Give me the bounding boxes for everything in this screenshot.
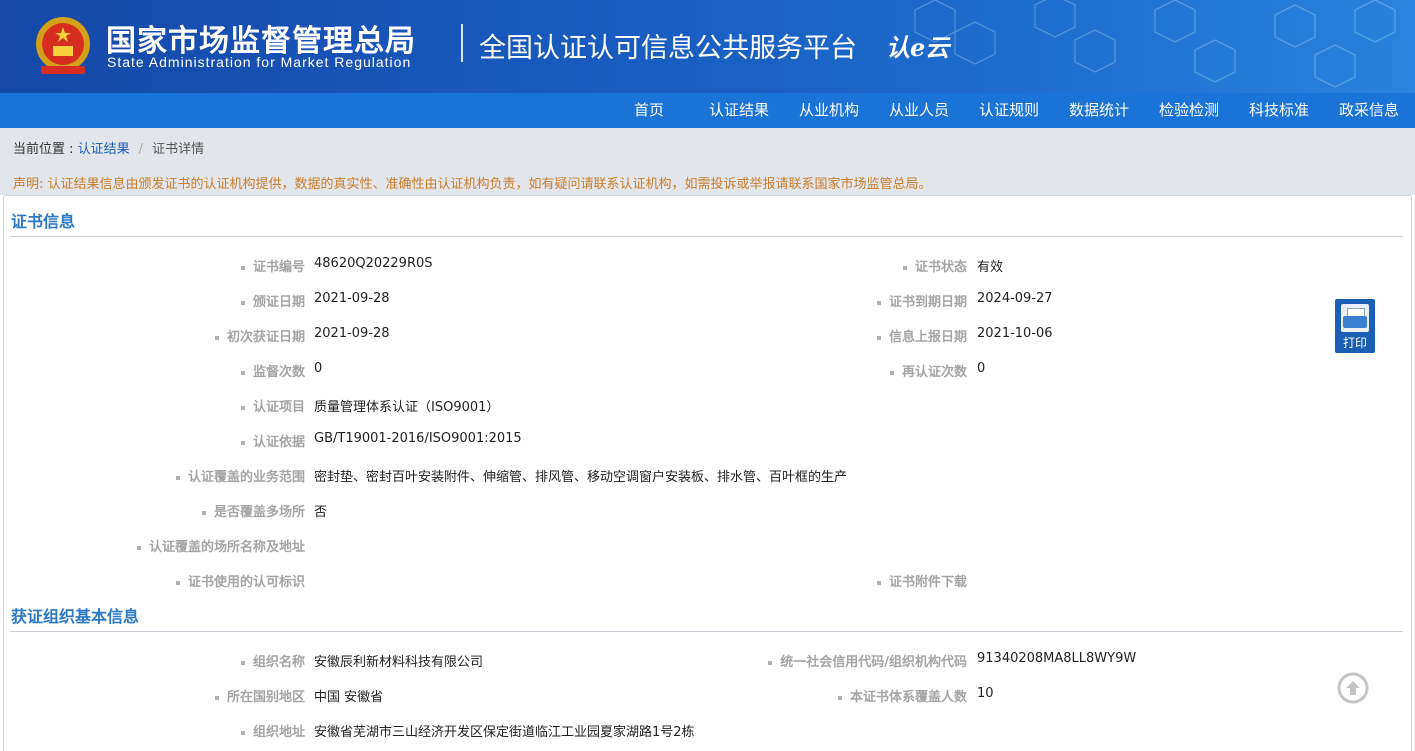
value-org-address: 安徽省芜湖市三山经济开发区保定街道临江工业园夏家湖路1号2栋 (314, 725, 695, 740)
value-org-name: 安徽辰利新材料科技有限公司 (314, 655, 484, 670)
value-credit-code: 91340208MA8LL8WY9W (977, 651, 1137, 666)
breadcrumb-current: 证书详情 (152, 142, 205, 157)
value-cert-no: 48620Q20229R0S (314, 256, 433, 271)
platform-title: 全国认证认可信息公共服务平台 (479, 33, 857, 64)
label-multi-site: 是否覆盖多场所 (202, 501, 305, 520)
label-supervision-count: 监督次数 (241, 361, 305, 380)
value-supervision-count: 0 (314, 361, 323, 376)
label-first-date: 初次获证日期 (215, 326, 305, 345)
value-covered-count: 10 (977, 686, 994, 701)
value-basis: GB/T19001-2016/ISO9001:2015 (314, 431, 522, 446)
label-cert-status: 证书状态 (903, 256, 967, 275)
label-attachment: 证书附件下载 (877, 571, 967, 590)
nav-standards[interactable]: 科技标准 (1249, 93, 1309, 128)
label-report-date: 信息上报日期 (877, 326, 967, 345)
breadcrumb-link-cert-results[interactable]: 认证结果 (78, 142, 130, 157)
print-label: 打印 (1342, 336, 1367, 350)
label-recert-count: 再认证次数 (890, 361, 967, 380)
site-header: 国家市场监督管理总局 State Administration for Mark… (0, 0, 1415, 93)
label-org-address: 组织地址 (241, 721, 305, 740)
nav-procurement[interactable]: 政采信息 (1339, 93, 1399, 128)
nav-cert-results[interactable]: 认证结果 (709, 93, 769, 128)
value-recert-count: 0 (977, 361, 986, 376)
label-cert-no: 证书编号 (241, 256, 305, 275)
renzheng-cloud-logo: 认e云 (886, 33, 952, 62)
label-sites: 认证覆盖的场所名称及地址 (137, 536, 305, 555)
national-emblem-icon (36, 17, 90, 74)
nav-statistics[interactable]: 数据统计 (1069, 93, 1129, 128)
value-scope: 密封垫、密封百叶安装附件、伸缩管、排风管、移动空调窗户安装板、排水管、百叶框的生… (314, 470, 848, 485)
nav-institutions[interactable]: 从业机构 (799, 93, 859, 128)
nav-inspection[interactable]: 检验检测 (1159, 93, 1219, 128)
breadcrumb-prefix: 当前位置 : (13, 142, 78, 157)
label-scope: 认证覆盖的业务范围 (176, 466, 305, 485)
value-report-date: 2021-10-06 (977, 326, 1053, 341)
value-multi-site: 否 (314, 505, 328, 520)
header-divider (461, 24, 463, 62)
value-region: 中国 安徽省 (314, 690, 384, 705)
nav-practitioners[interactable]: 从业人员 (889, 93, 949, 128)
label-expiry-date: 证书到期日期 (877, 291, 967, 310)
disclaimer-notice: 声明: 认证结果信息由颁发证书的认证机构提供，数据的真实性、准确性由认证机构负责… (13, 177, 932, 192)
label-covered-count: 本证书体系覆盖人数 (838, 686, 967, 705)
value-expiry-date: 2024-09-27 (977, 291, 1053, 306)
section-divider (10, 236, 1403, 237)
section-title-cert-info: 证书信息 (11, 212, 76, 231)
site-title-en: State Administration for Market Regulati… (107, 54, 412, 70)
logo-text: 认e云 (886, 33, 952, 62)
value-project: 质量管理体系认证（ISO9001） (314, 400, 500, 415)
label-region: 所在国别地区 (215, 686, 305, 705)
printer-icon (1341, 304, 1369, 332)
value-issue-date: 2021-09-28 (314, 291, 390, 306)
breadcrumb-separator: / (138, 142, 144, 157)
back-to-top-icon[interactable] (1337, 672, 1369, 704)
label-issue-date: 颁证日期 (241, 291, 305, 310)
value-first-date: 2021-09-28 (314, 326, 390, 341)
label-org-name: 组织名称 (241, 651, 305, 670)
label-credit-code: 统一社会信用代码/组织机构代码 (768, 651, 967, 670)
nav-home[interactable]: 首页 (634, 93, 664, 128)
label-project: 认证项目 (241, 396, 305, 415)
breadcrumb: 当前位置 : 认证结果 / 证书详情 (13, 138, 204, 157)
value-cert-status: 有效 (977, 260, 1004, 275)
section-title-org-info: 获证组织基本信息 (11, 607, 140, 626)
section-divider (10, 631, 1403, 632)
nav-cert-rules[interactable]: 认证规则 (979, 93, 1039, 128)
main-navbar: 首页 认证结果 从业机构 从业人员 认证规则 数据统计 检验检测 科技标准 政采… (0, 93, 1415, 128)
label-accred-mark: 证书使用的认可标识 (176, 571, 305, 590)
print-button[interactable]: 打印 (1335, 299, 1375, 353)
label-basis: 认证依据 (241, 431, 305, 450)
